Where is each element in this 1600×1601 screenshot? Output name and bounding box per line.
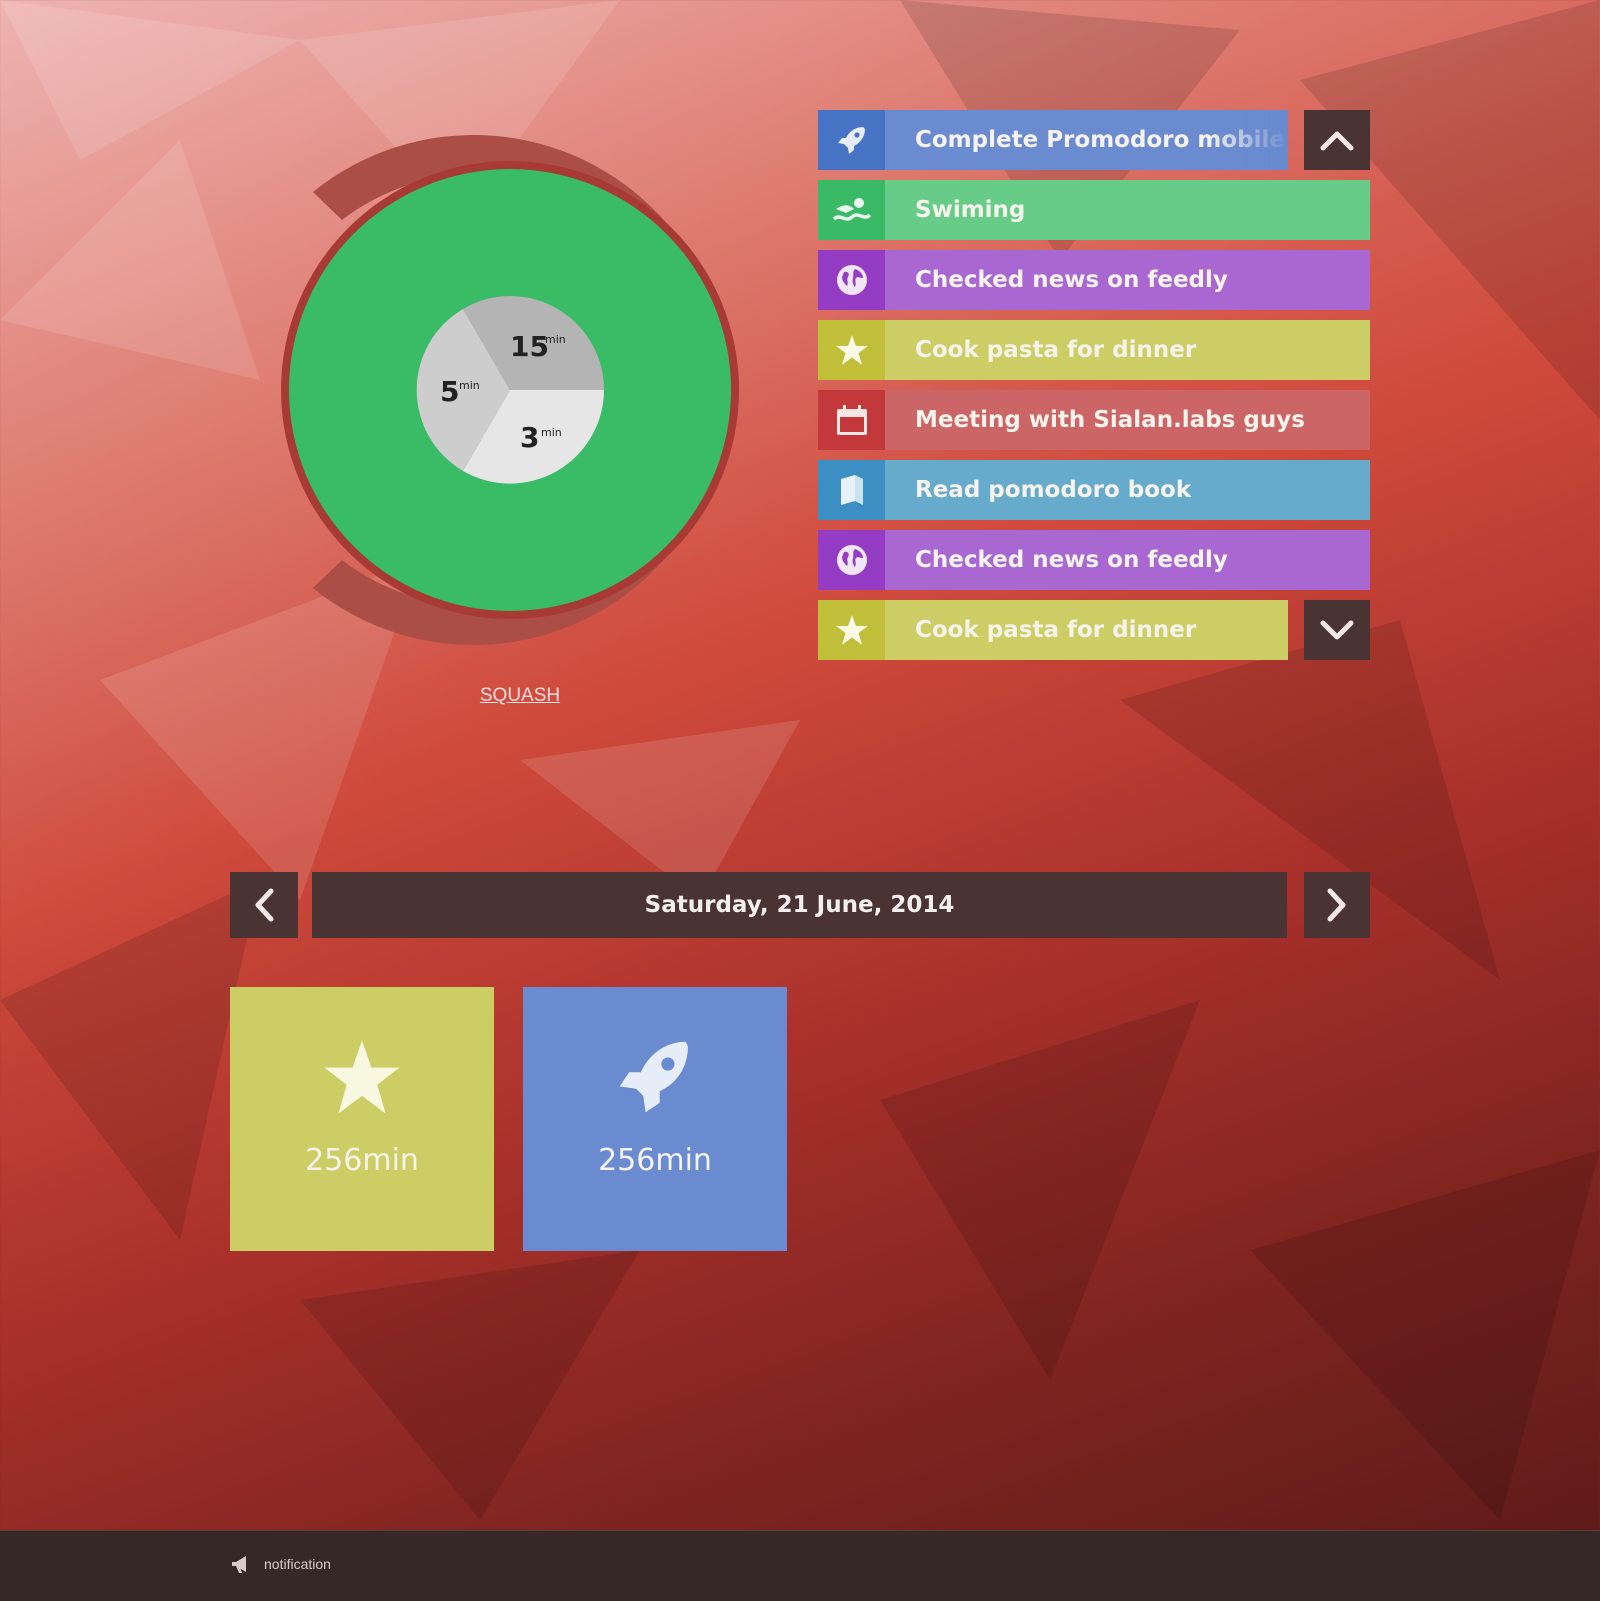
swimmer-icon: [818, 180, 885, 240]
task-label: Cook pasta for dinner: [885, 600, 1288, 660]
chevron-up-icon: [1320, 131, 1354, 151]
previous-day-button[interactable]: [230, 872, 298, 938]
megaphone-icon: [232, 1556, 246, 1573]
segment-5-value: 5: [440, 375, 459, 408]
scroll-up-button[interactable]: [1304, 110, 1370, 170]
rocket-icon: [818, 110, 885, 170]
task-label: Read pomodoro book: [885, 460, 1370, 520]
task-item-5[interactable]: Read pomodoro book: [818, 460, 1370, 520]
task-item-6[interactable]: Checked news on feedly: [818, 530, 1370, 590]
chevron-down-icon: [1320, 620, 1354, 640]
stat-tile-star[interactable]: 256min: [230, 987, 494, 1251]
task-label: Checked news on feedly: [885, 530, 1370, 590]
task-item-7[interactable]: Cook pasta for dinner: [818, 600, 1288, 660]
scroll-down-button[interactable]: [1304, 600, 1370, 660]
footer-bar: notification: [0, 1530, 1600, 1601]
segment-3-unit: min: [541, 426, 562, 439]
globe-icon: [818, 250, 885, 310]
chevron-left-icon: [255, 888, 274, 922]
globe-icon: [818, 530, 885, 590]
segment-15-unit: min: [545, 333, 566, 346]
segment-15-value: 15: [510, 330, 549, 363]
next-day-button[interactable]: [1304, 872, 1370, 938]
task-label: Swiming: [885, 180, 1370, 240]
task-label: Checked news on feedly: [885, 250, 1370, 310]
book-icon: [818, 460, 885, 520]
task-item-2[interactable]: Checked news on feedly: [818, 250, 1370, 310]
notification-link[interactable]: notification: [230, 1554, 331, 1574]
stat-value: 256min: [305, 1143, 419, 1178]
pomodoro-timer: 15 min 5 min 3 min: [270, 100, 800, 690]
task-item-4[interactable]: Meeting with Sialan.labs guys: [818, 390, 1370, 450]
background-pattern: [0, 0, 1600, 1520]
segment-3-value: 3: [520, 421, 539, 454]
stat-tile-rocket[interactable]: 256min: [523, 987, 787, 1251]
star-icon: [322, 1037, 402, 1117]
task-label: Complete Promodoro mobile circle: [885, 110, 1288, 170]
squash-link[interactable]: SQUASH: [410, 685, 630, 707]
date-label: Saturday, 21 June, 2014: [312, 872, 1287, 938]
rocket-icon: [615, 1037, 695, 1117]
segment-5-unit: min: [459, 379, 480, 392]
notification-label: notification: [264, 1556, 331, 1572]
task-item-1[interactable]: Swiming: [818, 180, 1370, 240]
stat-value: 256min: [598, 1143, 712, 1178]
chevron-right-icon: [1327, 888, 1346, 922]
task-item-0[interactable]: Complete Promodoro mobile circle: [818, 110, 1288, 170]
task-item-3[interactable]: Cook pasta for dinner: [818, 320, 1370, 380]
calendar-icon: [818, 390, 885, 450]
star-icon: [818, 320, 885, 380]
task-label: Meeting with Sialan.labs guys: [885, 390, 1370, 450]
timer-graphic: 15 min 5 min 3 min: [281, 135, 739, 646]
star-icon: [818, 600, 885, 660]
task-label: Cook pasta for dinner: [885, 320, 1370, 380]
